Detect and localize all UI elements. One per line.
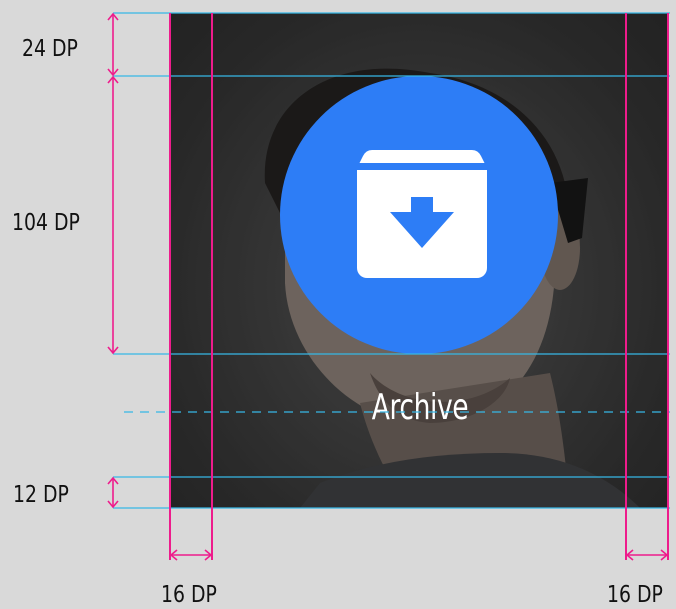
dimension-arrow-left-padding xyxy=(169,549,213,561)
dimension-label-top-margin: 24 DP xyxy=(22,36,78,62)
dimension-label-right-padding: 16 DP xyxy=(607,582,663,608)
dimension-label-bottom-margin: 12 DP xyxy=(13,482,69,508)
dimension-label-circle-size: 104 DP xyxy=(12,210,80,236)
dimension-arrow-top-margin xyxy=(107,12,119,77)
dimension-arrow-circle-size xyxy=(107,75,119,355)
dimension-arrow-bottom-margin xyxy=(107,476,119,509)
dimension-arrow-right-padding xyxy=(625,549,669,561)
dimension-label-left-padding: 16 DP xyxy=(161,582,217,608)
spec-overlay xyxy=(107,12,670,561)
